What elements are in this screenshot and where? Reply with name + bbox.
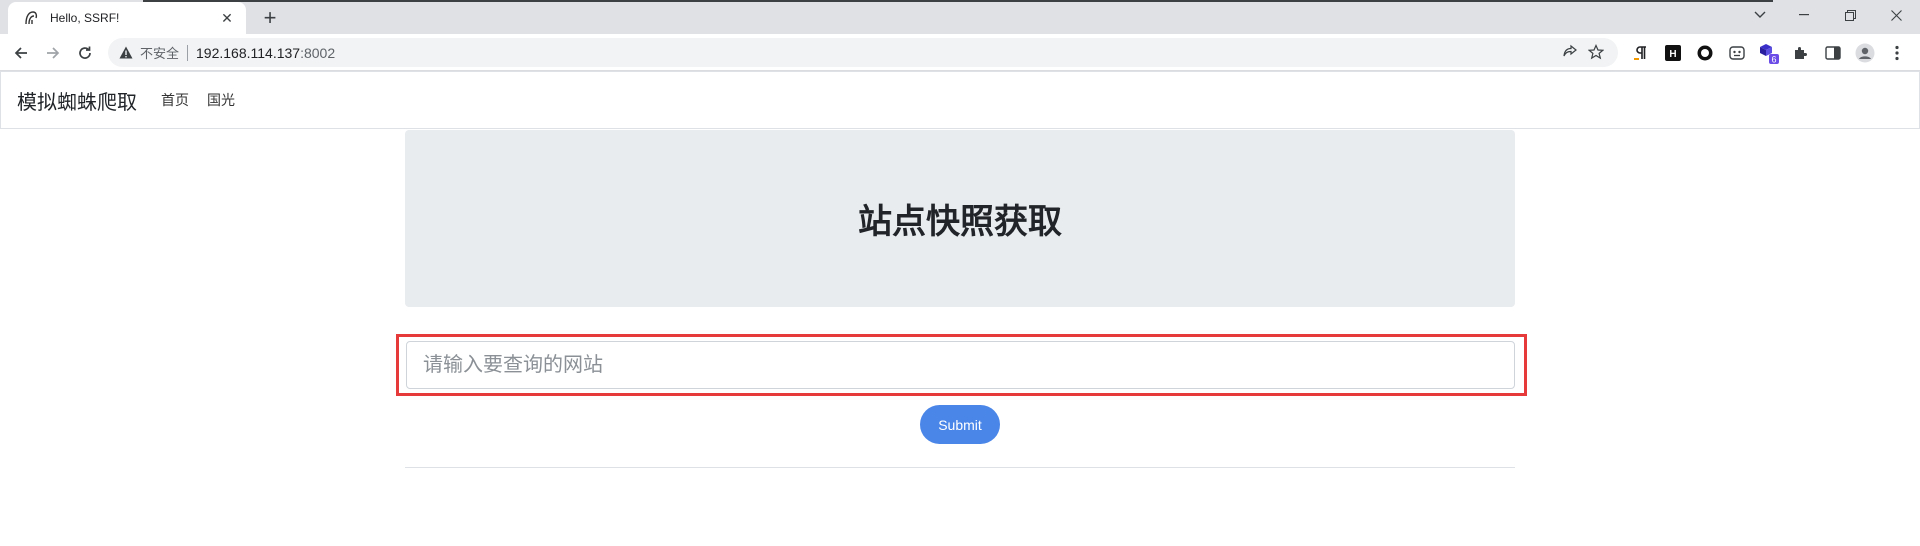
browser-toolbar: 不安全 192.168.114.137:8002 H 6 bbox=[0, 34, 1920, 71]
spider-favicon-icon bbox=[22, 9, 40, 27]
circle-extension-icon[interactable] bbox=[1694, 42, 1716, 64]
nav-link-guoguang[interactable]: 国光 bbox=[207, 90, 235, 110]
extension-badge-count: 6 bbox=[1771, 55, 1776, 65]
nav-link-home[interactable]: 首页 bbox=[161, 90, 189, 110]
reload-icon[interactable] bbox=[72, 40, 98, 66]
window-top-border bbox=[143, 0, 1773, 2]
h-extension-icon[interactable]: H bbox=[1662, 42, 1684, 64]
profile-avatar-icon[interactable] bbox=[1854, 42, 1876, 64]
back-arrow-icon[interactable] bbox=[8, 40, 34, 66]
cube-extension-icon[interactable]: 6 bbox=[1758, 42, 1780, 64]
pilcrow-extension-icon[interactable] bbox=[1630, 42, 1652, 64]
tab-search-chevron-icon[interactable] bbox=[1737, 0, 1783, 30]
forward-arrow-icon[interactable] bbox=[40, 40, 66, 66]
site-brand[interactable]: 模拟蜘蛛爬取 bbox=[17, 86, 137, 115]
bookmark-star-icon[interactable] bbox=[1587, 44, 1605, 65]
puzzle-extensions-icon[interactable] bbox=[1790, 42, 1812, 64]
omnibox-actions bbox=[1562, 44, 1605, 65]
side-panel-icon[interactable] bbox=[1822, 42, 1844, 64]
restore-icon[interactable] bbox=[1827, 0, 1873, 30]
submit-button[interactable]: Submit bbox=[920, 405, 1000, 444]
security-status-label[interactable]: 不安全 bbox=[140, 43, 179, 62]
site-navbar: 模拟蜘蛛爬取 首页 国光 bbox=[0, 71, 1920, 129]
website-url-input[interactable] bbox=[406, 341, 1515, 389]
tab-title: Hello, SSRF! bbox=[50, 11, 120, 25]
svg-text:H: H bbox=[1669, 49, 1676, 60]
window-close-icon[interactable] bbox=[1873, 0, 1919, 30]
browser-tab[interactable]: Hello, SSRF! ✕ bbox=[8, 2, 246, 34]
share-icon[interactable] bbox=[1562, 44, 1578, 65]
tab-close-icon[interactable]: ✕ bbox=[218, 9, 236, 27]
tab-strip: Hello, SSRF! ✕ + bbox=[0, 0, 1920, 34]
hero-banner: 站点快照获取 bbox=[405, 130, 1515, 307]
url-text[interactable]: 192.168.114.137:8002 bbox=[196, 45, 335, 61]
warning-triangle-icon[interactable] bbox=[118, 45, 134, 61]
new-tab-button[interactable]: + bbox=[258, 5, 282, 30]
address-bar[interactable]: 不安全 192.168.114.137:8002 bbox=[108, 38, 1618, 67]
page-title: 站点快照获取 bbox=[858, 203, 1062, 241]
browser-menu-icon[interactable] bbox=[1886, 42, 1908, 64]
omnibox-separator bbox=[187, 44, 189, 61]
minimize-icon[interactable] bbox=[1781, 0, 1827, 30]
face-extension-icon[interactable] bbox=[1726, 42, 1748, 64]
content-divider bbox=[405, 467, 1515, 468]
